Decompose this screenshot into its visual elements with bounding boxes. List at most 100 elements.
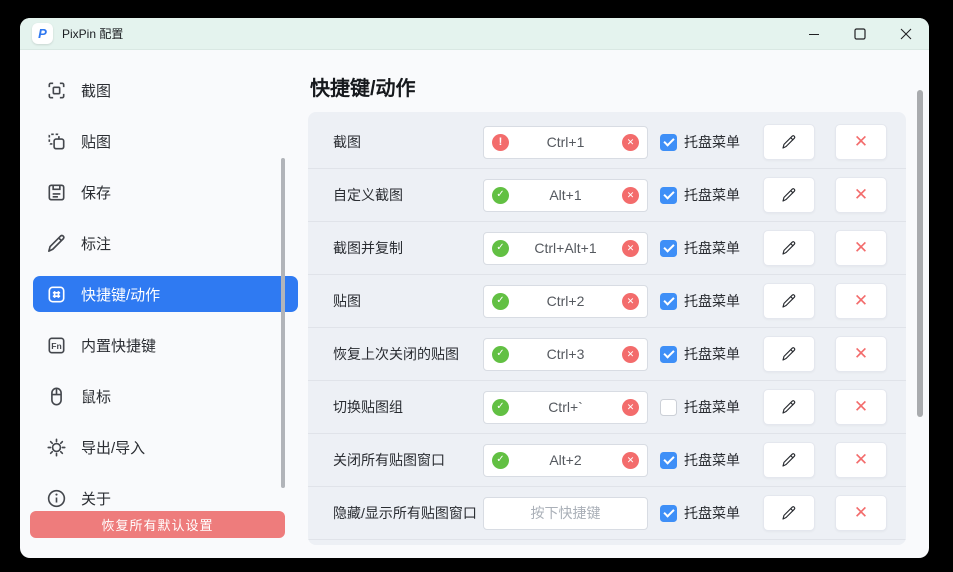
- sidebar-scrollbar[interactable]: [281, 158, 285, 488]
- clear-hotkey-icon[interactable]: [622, 399, 639, 416]
- valid-check-icon: [492, 399, 509, 416]
- maximize-button[interactable]: [837, 18, 883, 49]
- sidebar-item-builtin-hotkeys[interactable]: Fn 内置快捷键: [33, 327, 298, 363]
- hotkey-list: 截图 Ctrl+1 托盘菜单 ✕ 自定义截图: [308, 112, 906, 545]
- sidebar-item-pin-image[interactable]: 贴图: [33, 123, 298, 159]
- hotkey-input[interactable]: Ctrl+2: [483, 285, 648, 318]
- edit-button[interactable]: [763, 283, 815, 319]
- hotkey-input[interactable]: Ctrl+1: [483, 126, 648, 159]
- pencil-icon: [780, 239, 798, 257]
- clear-hotkey-icon[interactable]: [622, 293, 639, 310]
- info-icon: [45, 487, 68, 510]
- edit-button[interactable]: [763, 124, 815, 160]
- hotkey-row-label: 自定义截图: [333, 185, 483, 205]
- minimize-button[interactable]: [791, 18, 837, 49]
- delete-button[interactable]: ✕: [835, 124, 887, 160]
- edit-button[interactable]: [763, 230, 815, 266]
- content-scrollbar[interactable]: [917, 90, 923, 417]
- edit-button[interactable]: [763, 177, 815, 213]
- mouse-icon: [45, 385, 68, 408]
- pencil-icon: [780, 186, 798, 204]
- sidebar-item-annotate[interactable]: 标注: [33, 225, 298, 261]
- tray-menu-label: 托盘菜单: [684, 291, 740, 311]
- minimize-icon: [808, 28, 820, 40]
- tray-menu-label: 托盘菜单: [684, 185, 740, 205]
- pixpin-logo-icon: P: [32, 23, 53, 44]
- hotkey-input[interactable]: Ctrl+3: [483, 338, 648, 371]
- delete-button[interactable]: ✕: [835, 283, 887, 319]
- edit-button[interactable]: [763, 336, 815, 372]
- tray-menu-checkbox[interactable]: [660, 293, 677, 310]
- hotkey-row-label: 切换贴图组: [333, 397, 483, 417]
- sidebar-item-label: 鼠标: [81, 386, 111, 407]
- hotkey-row: 截图并复制 Ctrl+Alt+1 托盘菜单 ✕: [308, 222, 906, 275]
- hotkey-input[interactable]: 按下快捷键: [483, 497, 648, 530]
- delete-button[interactable]: ✕: [835, 442, 887, 478]
- delete-button[interactable]: ✕: [835, 495, 887, 531]
- close-button[interactable]: [883, 18, 929, 49]
- pencil-icon: [780, 398, 798, 416]
- window-title: PixPin 配置: [62, 25, 123, 42]
- hotkey-row: 恢复上次关闭的贴图 Ctrl+3 托盘菜单 ✕: [308, 328, 906, 381]
- hotkey-value: Ctrl+Alt+1: [509, 240, 622, 256]
- delete-button[interactable]: ✕: [835, 336, 887, 372]
- pin-image-icon: [45, 130, 68, 153]
- tray-menu-checkbox[interactable]: [660, 346, 677, 363]
- hotkey-row: 隐藏/显示所有贴图窗口 按下快捷键 托盘菜单 ✕: [308, 487, 906, 540]
- tray-menu-label: 托盘菜单: [684, 450, 740, 470]
- clear-hotkey-icon[interactable]: [622, 187, 639, 204]
- hotkey-input[interactable]: Alt+1: [483, 179, 648, 212]
- sidebar-item-label: 导出/导入: [81, 437, 145, 458]
- valid-check-icon: [492, 240, 509, 257]
- delete-button[interactable]: ✕: [835, 389, 887, 425]
- clear-hotkey-icon[interactable]: [622, 134, 639, 151]
- annotate-pencil-icon: [45, 232, 68, 255]
- hotkey-row-label: 贴图: [333, 291, 483, 311]
- hotkey-value: Alt+2: [509, 452, 622, 468]
- sidebar-item-hotkeys[interactable]: 快捷键/动作: [33, 276, 298, 312]
- delete-button[interactable]: ✕: [835, 230, 887, 266]
- clear-hotkey-icon[interactable]: [622, 452, 639, 469]
- edit-button[interactable]: [763, 495, 815, 531]
- hotkey-input[interactable]: Ctrl+Alt+1: [483, 232, 648, 265]
- tray-menu-label: 托盘菜单: [684, 503, 740, 523]
- delete-button[interactable]: ✕: [835, 177, 887, 213]
- hotkey-row: 截图 Ctrl+1 托盘菜单 ✕: [308, 116, 906, 169]
- valid-check-icon: [492, 293, 509, 310]
- reset-defaults-button[interactable]: 恢复所有默认设置: [30, 511, 285, 538]
- hotkey-row-label: 恢复上次关闭的贴图: [333, 344, 483, 364]
- tray-menu-checkbox[interactable]: [660, 187, 677, 204]
- save-icon: [45, 181, 68, 204]
- main-content: 快捷键/动作 截图 Ctrl+1 托盘菜单 ✕: [308, 50, 929, 558]
- sidebar-item-label: 保存: [81, 182, 111, 203]
- sidebar-item-label: 快捷键/动作: [81, 284, 160, 305]
- tray-menu-checkbox[interactable]: [660, 399, 677, 416]
- tray-menu-checkbox[interactable]: [660, 505, 677, 522]
- sidebar-item-label: 内置快捷键: [81, 335, 156, 356]
- hotkey-value: Ctrl+1: [509, 134, 622, 150]
- edit-button[interactable]: [763, 442, 815, 478]
- clear-hotkey-icon[interactable]: [622, 240, 639, 257]
- tray-menu-label: 托盘菜单: [684, 132, 740, 152]
- hotkey-row-label: 截图: [333, 132, 483, 152]
- sidebar-item-export-import[interactable]: 导出/导入: [33, 429, 298, 465]
- tray-menu-checkbox[interactable]: [660, 134, 677, 151]
- valid-check-icon: [492, 452, 509, 469]
- hotkey-row-label: 隐藏/显示所有贴图窗口: [333, 503, 483, 523]
- sidebar-item-save[interactable]: 保存: [33, 174, 298, 210]
- edit-button[interactable]: [763, 389, 815, 425]
- tray-menu-checkbox[interactable]: [660, 452, 677, 469]
- sidebar: 截图 贴图 保存 标注: [20, 50, 308, 558]
- tray-menu-checkbox[interactable]: [660, 240, 677, 257]
- hotkey-input[interactable]: Alt+2: [483, 444, 648, 477]
- hotkey-input[interactable]: Ctrl+`: [483, 391, 648, 424]
- sidebar-item-mouse[interactable]: 鼠标: [33, 378, 298, 414]
- tray-menu-label: 托盘菜单: [684, 397, 740, 417]
- clear-hotkey-icon[interactable]: [622, 346, 639, 363]
- maximize-icon: [854, 28, 866, 40]
- tray-menu-label: 托盘菜单: [684, 238, 740, 258]
- gear-icon: [45, 436, 68, 459]
- pencil-icon: [780, 345, 798, 363]
- sidebar-item-screenshot[interactable]: 截图: [33, 72, 298, 108]
- fn-key-icon: Fn: [45, 334, 68, 357]
